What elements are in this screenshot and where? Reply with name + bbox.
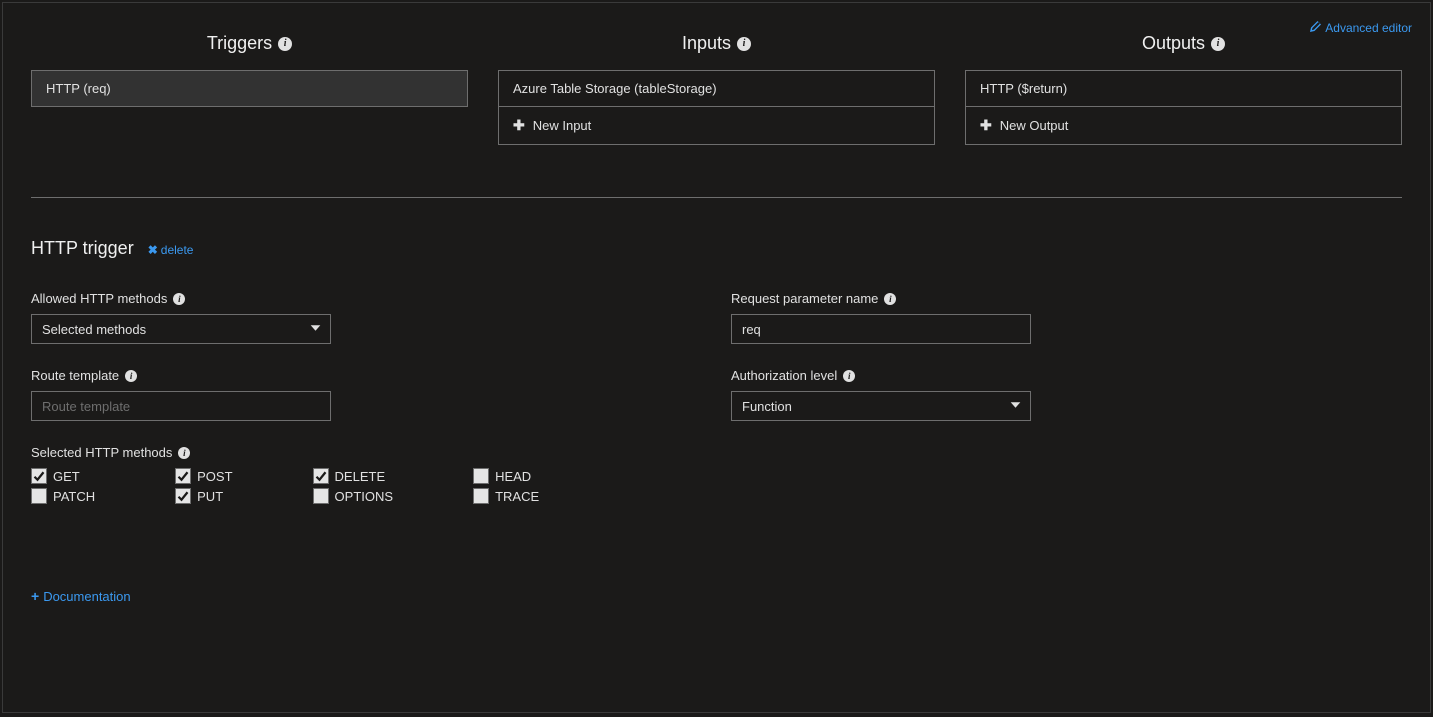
checkbox-put[interactable]: PUT [175, 488, 232, 504]
add-output-label: New Output [1000, 118, 1069, 133]
info-icon[interactable]: i [173, 293, 185, 305]
inputs-column: Inputs i Azure Table Storage (tableStora… [498, 33, 935, 145]
checkbox-icon [473, 488, 489, 504]
inputs-heading-label: Inputs [682, 33, 731, 54]
add-input-label: New Input [533, 118, 592, 133]
divider [31, 197, 1402, 198]
section-title: HTTP trigger [31, 238, 134, 259]
outputs-heading: Outputs i [965, 33, 1402, 54]
info-icon[interactable]: i [125, 370, 137, 382]
trigger-item-http[interactable]: HTTP (req) [31, 70, 468, 107]
add-output-button[interactable]: ✚ New Output [965, 107, 1402, 145]
info-icon[interactable]: i [1211, 37, 1225, 51]
checkbox-icon [31, 468, 47, 484]
info-icon[interactable]: i [278, 37, 292, 51]
delete-label: delete [161, 243, 194, 257]
checkbox-icon [313, 468, 329, 484]
request-param-label: Request parameter name i [731, 291, 1371, 306]
request-param-input[interactable] [731, 314, 1031, 344]
trigger-item-label: HTTP (req) [46, 81, 111, 96]
outputs-column: Outputs i HTTP ($return) ✚ New Output [965, 33, 1402, 145]
checkbox-trace[interactable]: TRACE [473, 488, 539, 504]
checkbox-icon [175, 468, 191, 484]
auth-level-label: Authorization level i [731, 368, 1371, 383]
allowed-methods-label: Allowed HTTP methods i [31, 291, 671, 306]
delete-trigger-link[interactable]: ✖ delete [148, 243, 194, 257]
triggers-column: Triggers i HTTP (req) [31, 33, 468, 145]
checkbox-get[interactable]: GET [31, 468, 95, 484]
route-template-input[interactable] [31, 391, 331, 421]
info-icon[interactable]: i [737, 37, 751, 51]
auth-level-select[interactable]: Function [731, 391, 1031, 421]
checkbox-icon [473, 468, 489, 484]
triggers-heading-label: Triggers [207, 33, 272, 54]
route-template-label: Route template i [31, 368, 671, 383]
plus-icon: + [31, 588, 39, 604]
edit-icon [1310, 21, 1321, 35]
info-icon[interactable]: i [843, 370, 855, 382]
info-icon[interactable]: i [178, 447, 190, 459]
selected-methods-label: Selected HTTP methods i [31, 445, 671, 460]
documentation-link[interactable]: + Documentation [31, 588, 131, 604]
inputs-heading: Inputs i [498, 33, 935, 54]
checkbox-options[interactable]: OPTIONS [313, 488, 394, 504]
add-input-button[interactable]: ✚ New Input [498, 107, 935, 145]
output-item-http[interactable]: HTTP ($return) [965, 70, 1402, 107]
checkbox-icon [313, 488, 329, 504]
plus-icon: ✚ [980, 117, 992, 134]
allowed-methods-select[interactable]: Selected methods [31, 314, 331, 344]
outputs-heading-label: Outputs [1142, 33, 1205, 54]
input-item-tablestorage[interactable]: Azure Table Storage (tableStorage) [498, 70, 935, 107]
checkbox-head[interactable]: HEAD [473, 468, 539, 484]
checkbox-patch[interactable]: PATCH [31, 488, 95, 504]
advanced-editor-link[interactable]: Advanced editor [1310, 21, 1412, 35]
checkbox-post[interactable]: POST [175, 468, 232, 484]
checkbox-icon [175, 488, 191, 504]
info-icon[interactable]: i [884, 293, 896, 305]
triggers-heading: Triggers i [31, 33, 468, 54]
input-item-label: Azure Table Storage (tableStorage) [513, 81, 717, 96]
close-icon: ✖ [148, 243, 158, 257]
checkbox-icon [31, 488, 47, 504]
documentation-label: Documentation [43, 589, 130, 604]
output-item-label: HTTP ($return) [980, 81, 1067, 96]
advanced-editor-label: Advanced editor [1325, 21, 1412, 35]
plus-icon: ✚ [513, 117, 525, 134]
checkbox-delete[interactable]: DELETE [313, 468, 394, 484]
